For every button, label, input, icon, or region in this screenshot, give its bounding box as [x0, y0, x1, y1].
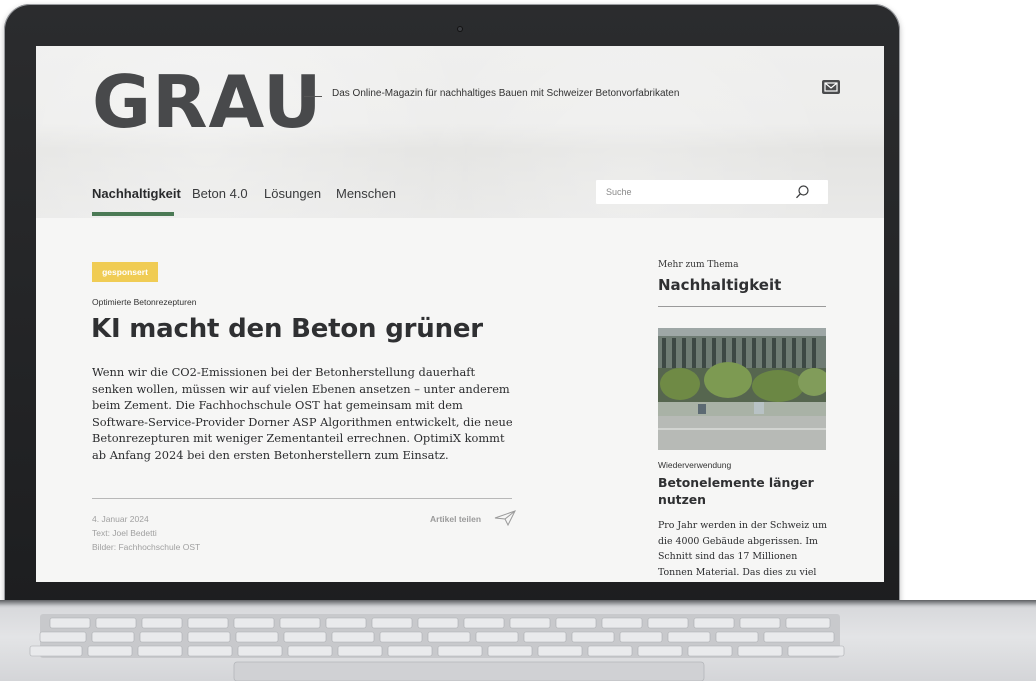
webcam	[457, 26, 463, 32]
nav-item-menschen[interactable]: Menschen	[336, 186, 396, 201]
site-header: GRAU Das Online-Magazin für nachhaltiges…	[36, 46, 884, 218]
sidebar-kicker: Mehr zum Thema	[658, 260, 739, 270]
article-kicker: Optimierte Betonrezepturen	[92, 297, 197, 307]
related-article-image[interactable]	[658, 328, 826, 450]
nav-item-loesungen[interactable]: Lösungen	[264, 186, 321, 201]
search-input[interactable]	[596, 180, 786, 204]
article-text-credit: Text: Joel Bedetti	[92, 528, 157, 538]
search-box	[596, 180, 828, 204]
paper-plane-icon[interactable]	[494, 510, 516, 530]
site-logo[interactable]: GRAU	[92, 66, 323, 138]
related-article-teaser: Pro Jahr werden in der Schweiz um die 40…	[658, 520, 828, 578]
laptop-lid: GRAU Das Online-Magazin für nachhaltiges…	[4, 4, 900, 608]
sidebar-divider	[658, 306, 826, 307]
laptop-keyboard-deck	[0, 608, 1036, 681]
sponsored-badge: gesponsert	[92, 262, 158, 282]
share-article-link[interactable]: Artikel teilen	[430, 514, 481, 524]
tagline-dash	[304, 96, 322, 97]
sidebar-title: Nachhaltigkeit	[658, 276, 782, 294]
mail-icon[interactable]	[822, 80, 840, 94]
site-tagline: Das Online-Magazin für nachhaltiges Baue…	[332, 88, 680, 99]
nav-item-nachhaltigkeit[interactable]: Nachhaltigkeit	[92, 186, 181, 201]
nav-active-indicator	[92, 212, 174, 216]
article-headline: KI macht den Beton grüner	[91, 314, 483, 344]
nav-item-beton-4-0[interactable]: Beton 4.0	[192, 186, 248, 201]
article-image-credit: Bilder: Fachhochschule OST	[92, 542, 201, 552]
article-lead: Wenn wir die CO2-Emissionen bei der Beto…	[92, 365, 513, 462]
related-article-title[interactable]: Betonelemente länger nutzen	[658, 474, 828, 508]
related-article-kicker: Wiederverwendung	[658, 460, 732, 470]
search-icon[interactable]	[794, 184, 810, 204]
article-date: 4. Januar 2024	[92, 514, 149, 524]
article-divider	[92, 498, 512, 499]
browser-viewport: GRAU Das Online-Magazin für nachhaltiges…	[36, 46, 884, 582]
